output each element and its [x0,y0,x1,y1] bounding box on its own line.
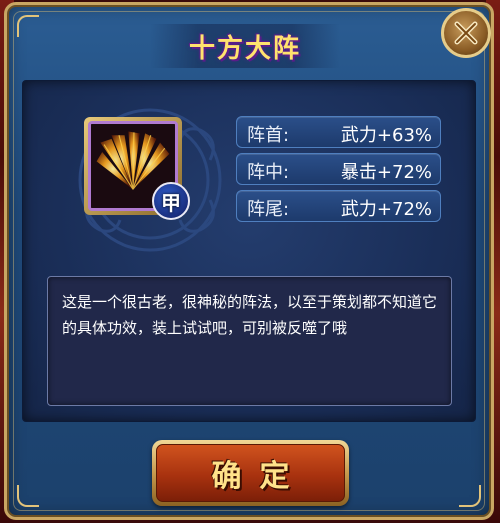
confirm-button-label: 确定 [211,459,308,494]
description-box: 这是一个很古老，很神秘的阵法，以至于策划都不知道它的具体功效，装上试试吧，可别被… [47,276,452,406]
close-x-icon [454,21,478,45]
corner-ornament [17,485,39,507]
stat-row-head: 阵首: 武力+63% [236,116,441,148]
corner-ornament [17,15,39,37]
stat-value: 武力+63% [340,125,432,146]
title-plate: 十方大阵 [150,24,340,68]
stat-label: 阵首: [247,125,290,146]
confirm-button[interactable]: 确定 [152,440,349,506]
grade-badge: 甲 [152,182,190,220]
dialog-title: 十方大阵 [188,33,301,64]
description-text: 这是一个很古老，很神秘的阵法，以至于策划都不知道它的具体功效，装上试试吧，可别被… [62,293,438,337]
stat-row-tail: 阵尾: 武力+72% [236,190,441,222]
close-button[interactable] [441,8,491,58]
stat-row-middle: 阵中: 暴击+72% [236,153,441,185]
corner-ornament [459,485,481,507]
stat-value: 暴击+72% [340,162,432,183]
stat-label: 阵尾: [247,199,290,220]
stat-value: 武力+72% [340,199,432,220]
confirm-button-face: 确定 [156,444,345,502]
stat-label: 阵中: [247,162,290,183]
